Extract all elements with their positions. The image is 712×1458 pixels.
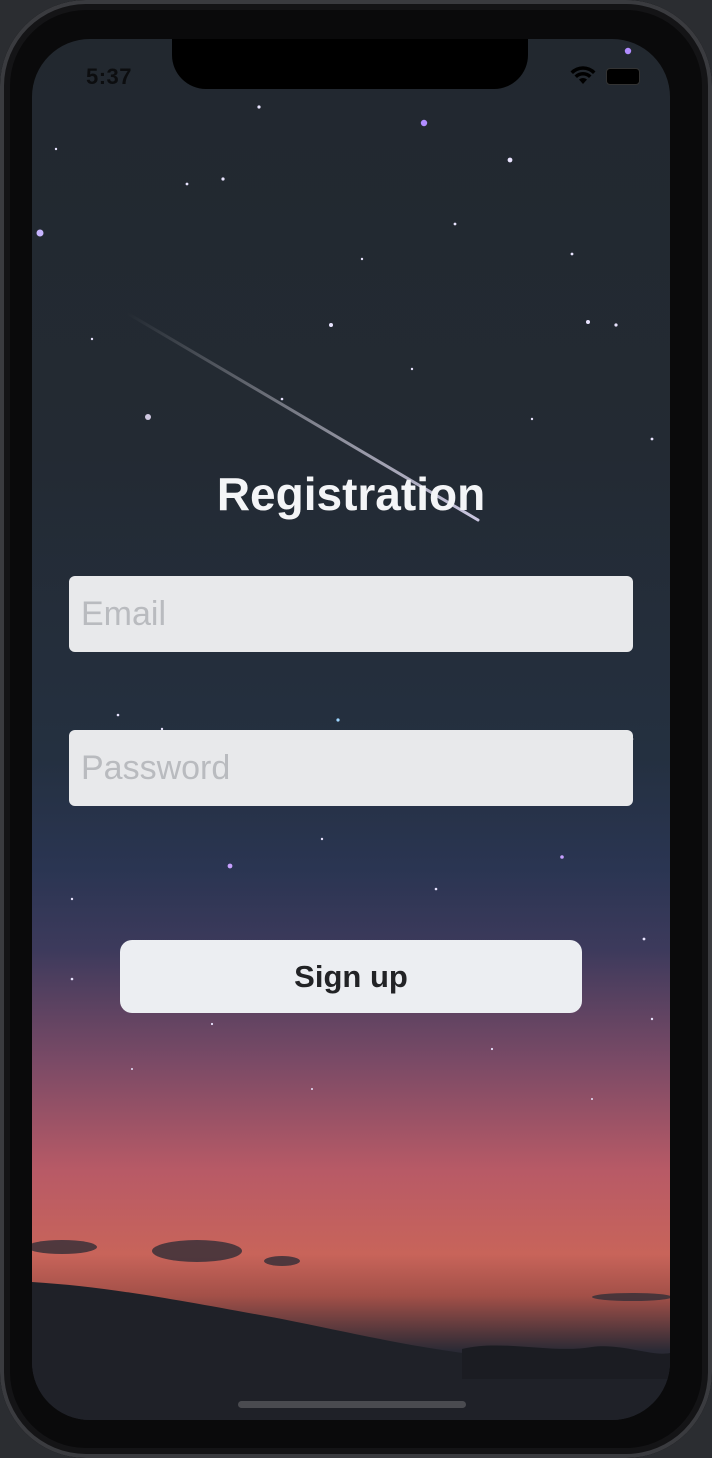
notch	[172, 39, 528, 89]
status-icons	[570, 66, 640, 86]
device-screen: 5:37 Registration Sign up	[32, 39, 670, 1420]
app-window: 5:37 Registration Sign up	[0, 0, 712, 1458]
battery-icon	[606, 67, 640, 85]
password-field[interactable]	[69, 730, 633, 806]
email-field[interactable]	[69, 576, 633, 652]
home-indicator[interactable]	[238, 1401, 466, 1408]
page-title: Registration	[216, 468, 486, 520]
wifi-icon	[570, 66, 596, 84]
status-time: 5:37	[86, 64, 133, 89]
sign-up-button[interactable]: Sign up	[120, 940, 582, 1013]
